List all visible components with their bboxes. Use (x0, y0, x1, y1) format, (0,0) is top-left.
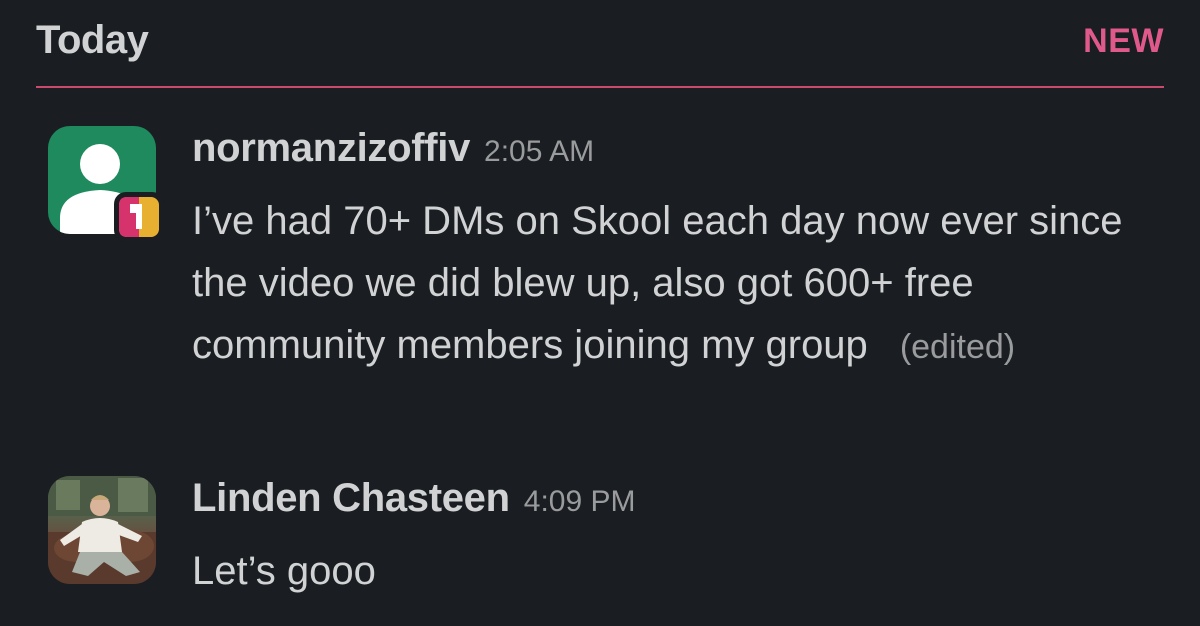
author-name[interactable]: Linden Chasteen (192, 476, 510, 520)
message-timestamp[interactable]: 2:05 AM (484, 135, 594, 168)
new-messages-divider: Today NEW (36, 0, 1164, 88)
message-timestamp[interactable]: 4:09 PM (524, 485, 636, 518)
new-messages-badge: NEW (1083, 22, 1164, 60)
message-text: Let’s gooo (192, 549, 376, 593)
person-photo (48, 476, 156, 584)
day-divider-label[interactable]: Today (36, 18, 149, 63)
edited-indicator: (edited) (899, 328, 1016, 366)
message-text-container: Let’s gooo (192, 540, 1152, 602)
external-member-badge-icon (114, 192, 164, 242)
author-name[interactable]: normanzizoffiv (192, 126, 470, 170)
message-text-container: I’ve had 70+ DMs on Skool each day now e… (192, 190, 1152, 378)
user-photo-avatar[interactable] (48, 476, 156, 584)
message-header: Linden Chasteen 4:09 PM (192, 476, 1164, 540)
message-body: normanzizoffiv 2:05 AM I’ve had 70+ DMs o… (192, 126, 1164, 378)
message-header: normanzizoffiv 2:05 AM (192, 126, 1164, 190)
message-pane: Today NEW normanzizoffiv 2:05 AM I’ve had… (0, 0, 1200, 626)
message-body: Linden Chasteen 4:09 PM Let’s gooo (192, 476, 1164, 602)
